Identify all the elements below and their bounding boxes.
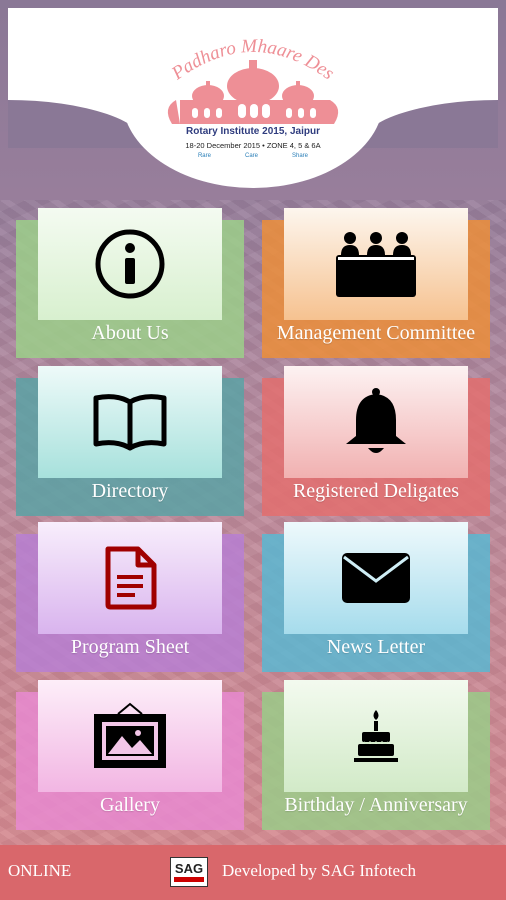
tile-label: Birthday / Anniversary — [284, 794, 468, 816]
picture-frame-icon — [38, 680, 222, 792]
tile-birthday-anniversary[interactable]: Birthday / Anniversary — [262, 680, 490, 830]
info-icon — [38, 208, 222, 320]
event-logo: Padharo Mhaare Des Rotary Institute 2015… — [122, 8, 384, 188]
app-header: Padharo Mhaare Des Rotary Institute 2015… — [0, 0, 506, 200]
tile-label: About Us — [91, 322, 169, 344]
tile-directory[interactable]: Directory — [16, 366, 244, 516]
logo-tags: Rare Care Share — [122, 153, 384, 159]
document-icon — [38, 522, 222, 634]
tile-label: Registered Deligates — [292, 480, 460, 502]
tile-label: Gallery — [100, 794, 160, 816]
tile-gallery[interactable]: Gallery — [16, 680, 244, 830]
app-footer: ONLINE SAG Developed by SAG Infotech — [0, 845, 506, 900]
tile-program-sheet[interactable]: Program Sheet — [16, 522, 244, 672]
sag-logo-text: SAG — [174, 861, 204, 876]
logo-dates: 18-20 December 2015 • ZONE 4, 5 & 6A — [185, 141, 321, 150]
logo-tag: Rare — [197, 153, 211, 159]
tile-news-letter[interactable]: News Letter — [262, 522, 490, 672]
tile-label: News Letter — [326, 636, 426, 658]
birthday-cake-icon — [284, 680, 468, 792]
tile-about-us[interactable]: About Us — [16, 208, 244, 358]
logo-tag: Care — [244, 153, 258, 159]
tile-registered-delegates[interactable]: Registered Deligates — [262, 366, 490, 516]
tile-label: Directory — [91, 480, 169, 502]
book-icon — [38, 366, 222, 478]
sag-infotech-logo[interactable]: SAG — [170, 857, 208, 887]
logo-title: Rotary Institute 2015, Jaipur — [186, 126, 320, 137]
bell-icon — [284, 366, 468, 478]
tile-label: Program Sheet — [70, 636, 190, 658]
logo-tag: Share — [292, 153, 309, 159]
logo-graphic: Padharo Mhaare Des — [167, 36, 339, 124]
tile-label: Management Committee — [276, 322, 476, 344]
envelope-icon — [284, 522, 468, 634]
sag-logo-bar — [174, 877, 204, 882]
connection-status: ONLINE — [8, 861, 72, 880]
tile-management-committee[interactable]: Management Committee — [262, 208, 490, 358]
developer-credit[interactable]: Developed by SAG Infotech — [222, 861, 416, 881]
committee-icon — [284, 208, 468, 320]
